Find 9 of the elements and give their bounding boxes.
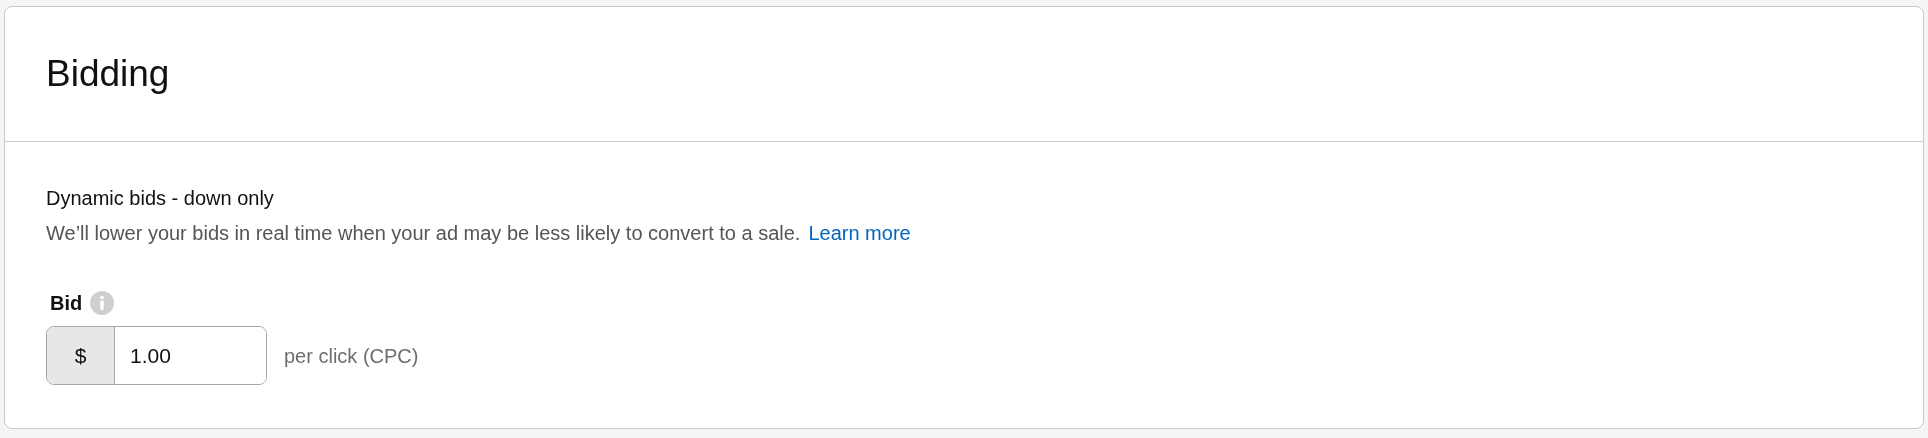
bid-label: Bid bbox=[50, 291, 83, 316]
bid-input-field[interactable]: $ 1.00 bbox=[46, 326, 267, 385]
info-icon[interactable] bbox=[90, 291, 115, 315]
currency-prefix: $ bbox=[47, 327, 115, 384]
option-title: Dynamic bids - down only bbox=[46, 186, 275, 211]
learn-more-link[interactable]: Learn more bbox=[808, 218, 911, 248]
description-text: We’ll lower your bids in real time when your ad may be less likely to convert to a sale. bbox=[46, 221, 801, 246]
unit-text: per click (CPC) bbox=[284, 343, 419, 369]
panel-title: Bidding bbox=[46, 52, 170, 97]
